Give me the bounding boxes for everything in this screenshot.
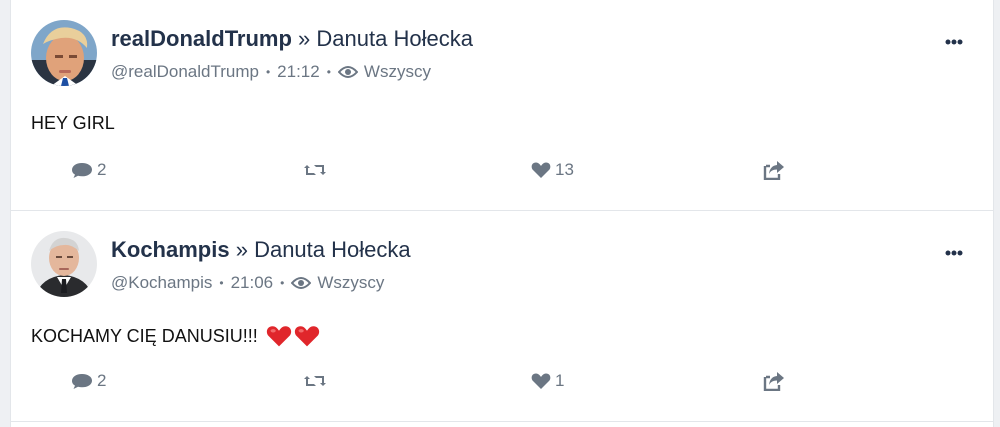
more-options-button[interactable] (939, 32, 969, 52)
share-button[interactable] (763, 158, 785, 182)
status-post: realDonaldTrump » Danuta Hołecka @realDo… (11, 0, 993, 211)
status-post: Kochampis » Danuta Hołecka @Kochampis • … (11, 211, 993, 422)
post-content: HEY GIRL (31, 113, 115, 134)
post-author-line[interactable]: Kochampis » Danuta Hołecka (111, 237, 411, 263)
retweet-icon (304, 376, 326, 386)
visibility-label: Wszyscy (317, 273, 385, 292)
meta-separator: • (265, 65, 271, 79)
heart-icon (531, 373, 551, 389)
post-author-line[interactable]: realDonaldTrump » Danuta Hołecka (111, 26, 473, 52)
reply-target[interactable]: » Danuta Hołecka (298, 26, 473, 51)
post-meta: @Kochampis • 21:06 • Wszyscy (111, 273, 384, 293)
emoji-group (266, 324, 320, 348)
eye-icon (337, 65, 358, 79)
meta-separator: • (280, 276, 285, 290)
avatar[interactable] (31, 231, 97, 297)
favourite-count: 1 (555, 371, 565, 390)
author-display-name[interactable]: realDonaldTrump (111, 26, 292, 51)
comment-icon (72, 163, 92, 178)
reply-button[interactable]: 2 (71, 158, 106, 182)
post-meta: @realDonaldTrump • 21:12 • Wszyscy (111, 62, 431, 82)
favourite-button[interactable]: 13 (531, 158, 574, 182)
avatar[interactable] (31, 20, 97, 86)
meta-separator: • (219, 276, 224, 290)
share-button[interactable] (763, 369, 785, 393)
author-display-name[interactable]: Kochampis (111, 237, 230, 262)
favourite-count: 13 (555, 160, 574, 179)
reply-button[interactable]: 2 (71, 369, 106, 393)
post-time[interactable]: 21:12 (277, 62, 320, 82)
author-handle[interactable]: @Kochampis (111, 273, 212, 293)
boost-button[interactable] (303, 158, 327, 182)
meta-separator: • (326, 65, 331, 79)
heart-emoji (266, 326, 291, 347)
more-icon (945, 39, 963, 45)
post-text: KOCHAMY CIĘ DANUSIU!!! (31, 325, 258, 346)
more-options-button[interactable] (939, 243, 969, 263)
heart-emoji (294, 326, 319, 347)
heart-icon (531, 162, 551, 178)
timeline-feed: realDonaldTrump » Danuta Hołecka @realDo… (10, 0, 994, 427)
author-handle[interactable]: @realDonaldTrump (111, 62, 259, 82)
post-text: HEY GIRL (31, 113, 115, 133)
share-icon (763, 372, 784, 391)
reply-count: 2 (97, 160, 107, 179)
eye-icon (291, 276, 312, 290)
post-content: KOCHAMY CIĘ DANUSIU!!! (31, 324, 320, 348)
post-time[interactable]: 21:06 (231, 273, 274, 293)
share-icon (763, 161, 784, 180)
reply-target[interactable]: » Danuta Hołecka (236, 237, 411, 262)
boost-button[interactable] (303, 369, 327, 393)
comment-icon (72, 374, 92, 389)
favourite-button[interactable]: 1 (531, 369, 564, 393)
reply-count: 2 (97, 371, 107, 390)
more-icon (945, 250, 963, 256)
retweet-icon (304, 165, 326, 175)
visibility-label: Wszyscy (363, 62, 431, 81)
